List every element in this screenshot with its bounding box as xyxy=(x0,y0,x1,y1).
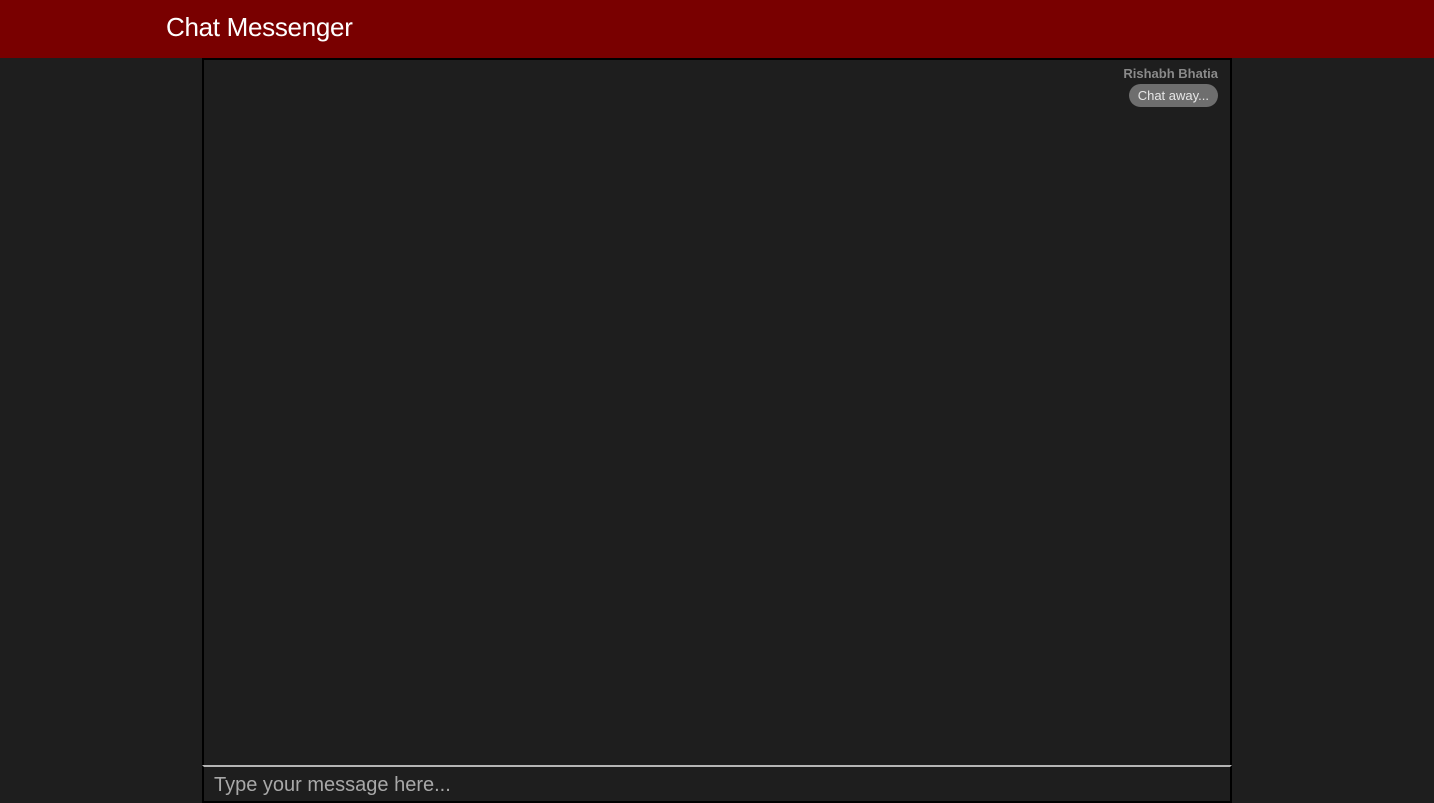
chat-messages-panel[interactable]: Rishabh Bhatia Chat away... xyxy=(202,58,1232,767)
message-bubble: Chat away... xyxy=(1128,84,1218,107)
chat-message: Rishabh Bhatia Chat away... xyxy=(1123,66,1218,107)
message-input[interactable] xyxy=(204,767,1230,801)
message-sender: Rishabh Bhatia xyxy=(1123,66,1218,81)
top-bar: Chat Messenger xyxy=(0,0,1434,58)
message-composer xyxy=(202,765,1232,803)
app-title: Chat Messenger xyxy=(166,12,353,42)
